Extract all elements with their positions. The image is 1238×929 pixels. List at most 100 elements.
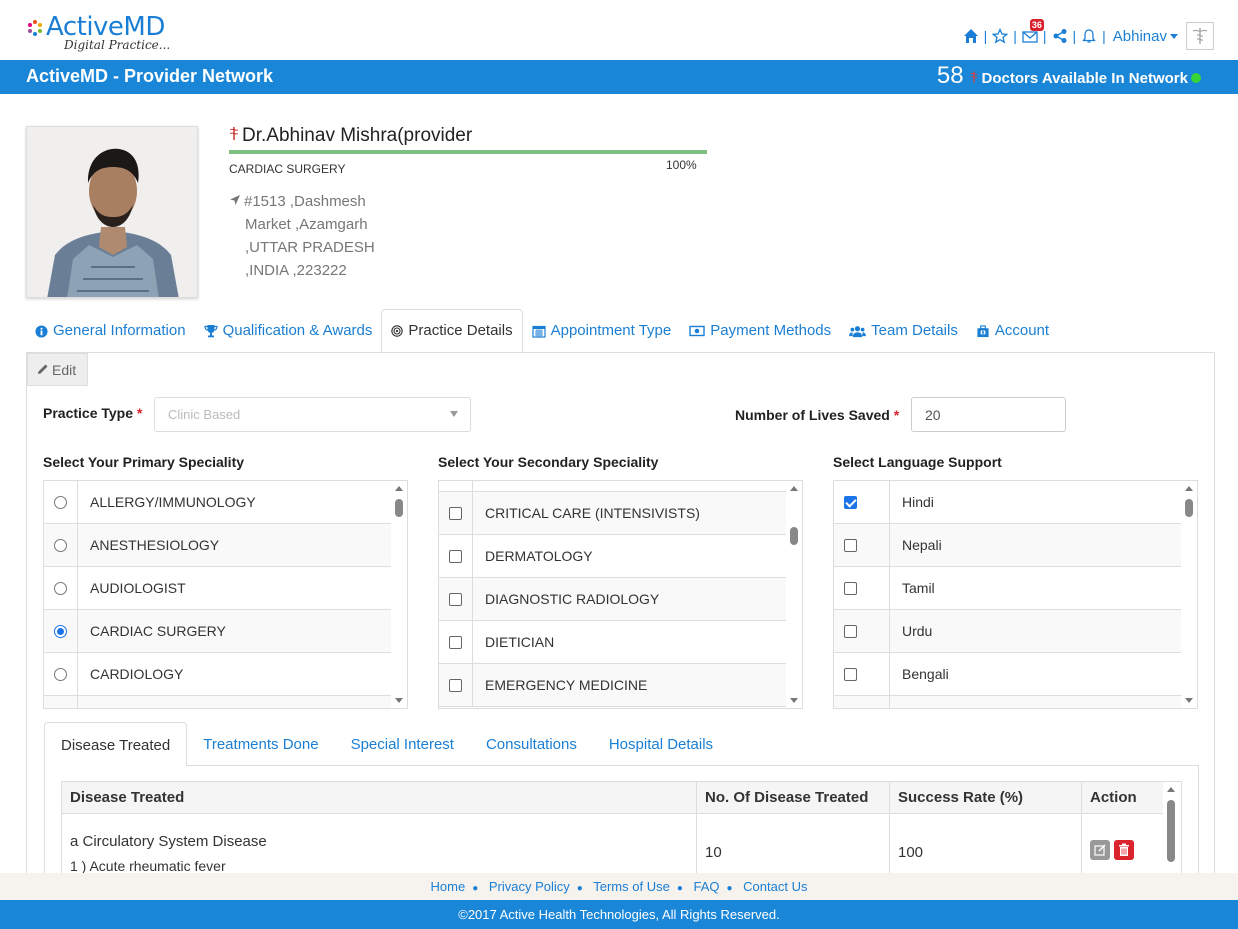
doctor-available-text: Doctors Available In Network (981, 70, 1188, 87)
subtab-disease-treated[interactable]: Disease Treated (44, 722, 188, 766)
doctor-name-text: Dr.Abhinav Mishra(provider (242, 125, 473, 146)
online-status-icon (1191, 73, 1201, 83)
list-item[interactable]: CRITICAL CARE (INTENSIVISTS) (439, 492, 787, 535)
scroll-up-icon[interactable] (395, 486, 403, 491)
radio-button[interactable] (54, 495, 67, 509)
practice-type-value: Clinic Based (168, 407, 241, 422)
logo-tagline: Digital Practice... (64, 38, 171, 52)
share-icon[interactable] (1052, 28, 1068, 44)
tab-payment-methods[interactable]: Payment Methods (680, 310, 840, 353)
tab-practice-details[interactable]: Practice Details (381, 309, 523, 352)
top-icons: | | 36 | | | Abhinav (963, 19, 1214, 50)
doctor-address: #1513 ,Dashmesh Market ,Azamgarh ,UTTAR … (229, 190, 375, 282)
pencil-icon (38, 364, 48, 374)
tab-account[interactable]: Account (967, 310, 1058, 353)
caduceus-icon[interactable] (1186, 22, 1214, 50)
tab-qualification-awards[interactable]: Qualification & Awards (195, 310, 382, 353)
users-icon (849, 326, 866, 338)
radio-button[interactable] (54, 581, 67, 595)
checkbox[interactable] (449, 678, 462, 692)
list-item[interactable]: Hindi (834, 481, 1182, 524)
list-item-label: ALLERGY/IMMUNOLOGY (90, 494, 256, 510)
list-item[interactable]: Urdu (834, 610, 1182, 653)
tab-team-details[interactable]: Team Details (840, 310, 967, 353)
footer-link-contact[interactable]: Contact Us (743, 879, 807, 894)
radio-button[interactable] (54, 538, 67, 552)
chevron-down-icon (1170, 34, 1178, 40)
checkbox[interactable] (844, 538, 857, 552)
checkbox[interactable] (844, 581, 857, 595)
scroll-thumb[interactable] (395, 499, 403, 517)
tab-appointment-type[interactable]: Appointment Type (523, 310, 681, 353)
footer-links: Home ● Privacy Policy ● Terms of Use ● FAQ ●… (0, 873, 1238, 900)
home-icon[interactable] (963, 28, 979, 44)
tab-label: General Information (53, 322, 186, 339)
dropdown-arrow-icon (450, 411, 458, 417)
scroll-thumb[interactable] (1167, 800, 1175, 862)
list-item[interactable]: AUDIOLOGIST (44, 567, 392, 610)
list-item[interactable]: CARDIOLOGY (44, 653, 392, 696)
list-item[interactable]: DIETICIAN (439, 621, 787, 664)
list-item[interactable]: Bengali (834, 653, 1182, 696)
list-item-label: AUDIOLOGIST (90, 580, 186, 596)
star-icon[interactable] (992, 28, 1009, 44)
list-item-label: DERMATOLOGY (485, 548, 593, 564)
scroll-thumb[interactable] (1185, 499, 1193, 517)
location-arrow-icon (230, 195, 240, 205)
list-item[interactable]: DIAGNOSTIC RADIOLOGY (439, 578, 787, 621)
activemd-logo[interactable]: ActiveMD Digital Practice... (26, 14, 170, 52)
count-cell: 10 (697, 814, 890, 880)
radio-button[interactable] (54, 667, 67, 681)
list-item-label: Nepali (902, 537, 942, 553)
checkbox-checked[interactable] (844, 495, 857, 509)
list-item[interactable]: ANESTHESIOLOGY (44, 524, 392, 567)
scrollbar[interactable] (1181, 481, 1197, 708)
list-item-label: DIAGNOSTIC RADIOLOGY (485, 591, 660, 607)
footer-link-home[interactable]: Home (431, 879, 466, 894)
column-header: Action (1090, 789, 1137, 806)
delete-row-button[interactable] (1114, 840, 1135, 860)
scroll-up-icon[interactable] (1167, 787, 1175, 792)
footer-link-faq[interactable]: FAQ (693, 879, 719, 894)
edit-row-button[interactable] (1090, 840, 1110, 860)
list-item[interactable]: Nepali (834, 524, 1182, 567)
checkbox[interactable] (844, 667, 857, 681)
scroll-up-icon[interactable] (790, 486, 798, 491)
checkbox[interactable] (449, 506, 462, 520)
checkbox[interactable] (449, 549, 462, 563)
subtab-special-interest[interactable]: Special Interest (335, 722, 470, 766)
footer-link-terms[interactable]: Terms of Use (593, 879, 670, 894)
scroll-up-icon[interactable] (1185, 486, 1193, 491)
subtab-hospital-details[interactable]: Hospital Details (593, 722, 729, 766)
list-item[interactable]: Tamil (834, 567, 1182, 610)
lives-saved-input[interactable]: 20 (911, 397, 1066, 432)
footer-link-privacy[interactable]: Privacy Policy (489, 879, 570, 894)
checkbox[interactable] (449, 592, 462, 606)
checkbox[interactable] (844, 624, 857, 638)
bell-icon[interactable] (1081, 28, 1097, 44)
scrollbar[interactable] (391, 481, 407, 708)
scrollbar[interactable] (786, 481, 802, 708)
scroll-down-icon[interactable] (1185, 698, 1193, 703)
tab-general-information[interactable]: General Information (26, 310, 195, 353)
list-item[interactable]: CARDIAC SURGERY (44, 610, 392, 653)
network-bar: ActiveMD - Provider Network 58 Doctors A… (0, 60, 1238, 94)
practice-type-select[interactable]: Clinic Based (154, 397, 471, 432)
radio-button-selected[interactable] (54, 624, 67, 638)
scroll-down-icon[interactable] (790, 698, 798, 703)
scroll-thumb[interactable] (790, 527, 798, 545)
user-menu[interactable]: Abhinav (1113, 28, 1178, 45)
scroll-down-icon[interactable] (395, 698, 403, 703)
list-item-label: ANESTHESIOLOGY (90, 537, 220, 553)
list-item[interactable]: DERMATOLOGY (439, 535, 787, 578)
subtab-treatments-done[interactable]: Treatments Done (187, 722, 334, 766)
mail-badge: 36 (1029, 19, 1044, 31)
mail-icon[interactable]: 36 (1022, 19, 1044, 44)
checkbox[interactable] (449, 635, 462, 649)
table-scrollbar[interactable] (1163, 782, 1181, 880)
list-item[interactable]: ALLERGY/IMMUNOLOGY (44, 481, 392, 524)
list-item[interactable]: EMERGENCY MEDICINE (439, 664, 787, 707)
subtab-consultations[interactable]: Consultations (470, 722, 593, 766)
list-item-label: CRITICAL CARE (INTENSIVISTS) (485, 505, 700, 521)
edit-button[interactable]: Edit (27, 353, 88, 386)
